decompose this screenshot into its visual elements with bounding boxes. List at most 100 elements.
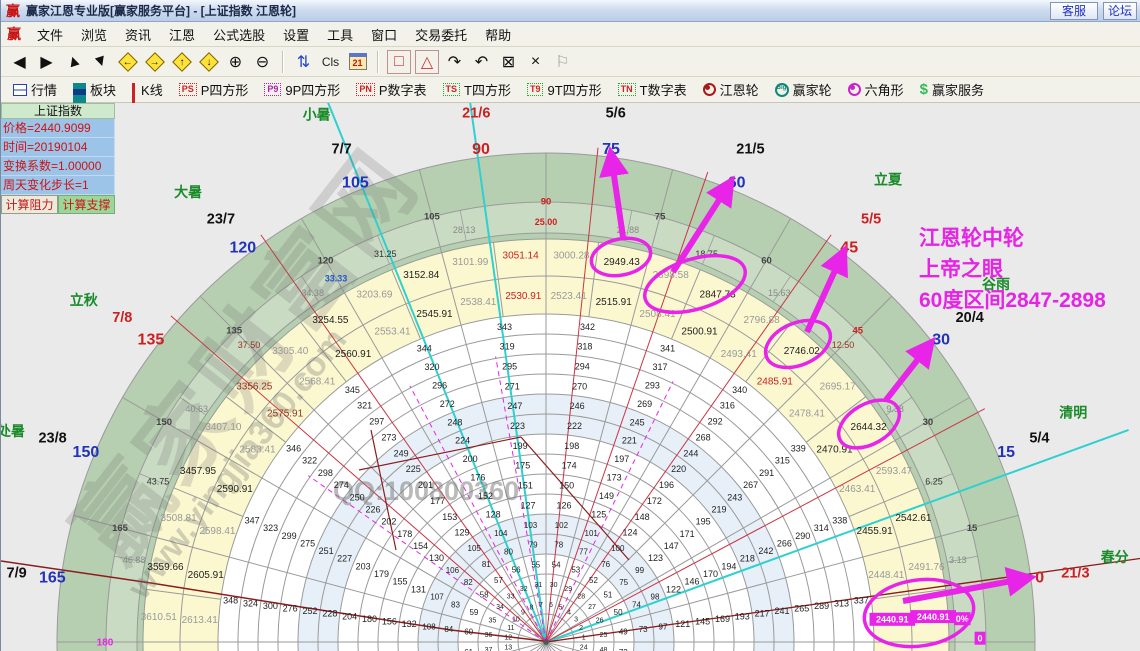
tool-行情[interactable]: 行情 [13,80,57,99]
tool-label: 行情 [31,83,58,98]
shift-right-icon[interactable]: → [141,50,168,74]
svg-text:3152.84: 3152.84 [403,270,440,281]
svg-text:244: 244 [683,448,698,458]
rotate-cw-icon[interactable]: ↷ [441,50,468,74]
toolbar-separator [282,50,284,73]
info-panel-rows: 价格=2440.9099 时间=20190104 变换系数=1.00000 周天变化步… [1,119,115,195]
tool-六角形[interactable]: 六角形 [847,80,904,99]
menu-item[interactable]: 公式选股 [204,22,274,47]
svg-text:2493.41: 2493.41 [721,349,758,360]
svg-text:3508.81: 3508.81 [161,513,198,524]
svg-text:立夏: 立夏 [874,172,903,188]
svg-text:132: 132 [402,619,417,629]
rect-tool-icon[interactable]: □ [387,49,411,74]
menu-item[interactable]: 帮助 [476,22,520,47]
svg-text:90: 90 [541,196,552,207]
zoom-out-icon[interactable]: ⊖ [249,50,276,74]
svg-text:28.13: 28.13 [453,225,476,235]
menu-item[interactable]: 设置 [274,22,318,47]
svg-text:36: 36 [485,632,493,639]
svg-text:223: 223 [510,421,525,431]
menu-item[interactable]: 窗口 [362,22,406,47]
menu-item[interactable]: 资讯 [116,22,160,47]
menu-item[interactable]: 江恩 [160,22,204,47]
menu-item[interactable]: 交易委托 [406,22,476,47]
shift-up-icon[interactable]: ↑ [168,50,195,74]
svg-text:150: 150 [156,417,172,428]
svg-text:24: 24 [580,644,588,651]
calc-resistance-button[interactable]: 计算阻力 [1,195,58,214]
svg-text:313: 313 [834,598,849,608]
cls-icon[interactable]: Cls [317,50,344,74]
updown-marks-icon[interactable]: ⇅ [290,50,317,74]
shift-down-icon[interactable]: ↓ [195,50,222,74]
shift-left-icon[interactable]: ← [114,50,141,74]
tool-T数字表[interactable]: TN T数字表 [617,80,687,99]
cross-tool-icon[interactable]: × [522,50,549,74]
tool-label: 六角形 [864,83,904,98]
svg-text:242: 242 [758,546,773,556]
svg-text:45: 45 [853,326,864,337]
svg-text:3305.40: 3305.40 [272,346,309,357]
svg-text:201: 201 [418,480,433,490]
pan-up-icon[interactable]: ▲ [60,50,87,74]
tool-K线[interactable]: K线 [132,80,163,114]
tool-9T四方形[interactable]: T9 9T四方形 [526,80,602,99]
svg-text:12.50: 12.50 [832,340,855,350]
titlebar-button-kefu[interactable]: 客服 [1049,1,1098,20]
svg-text:276: 276 [283,604,298,614]
menu-item[interactable]: 文件 [28,22,72,47]
svg-text:319: 319 [500,342,515,352]
svg-text:40.63: 40.63 [186,404,209,414]
menu-item[interactable]: 浏览 [72,22,116,47]
tool-T四方形[interactable]: TS T四方形 [442,80,511,99]
svg-text:243: 243 [727,492,742,502]
svg-text:126: 126 [556,500,571,510]
svg-text:23/7: 23/7 [207,211,235,227]
grid-x-tool-icon[interactable]: ⊠ [495,50,522,74]
titlebar-button-partial[interactable]: 论坛 [1102,1,1137,20]
calc-support-button[interactable]: 计算支撑 [58,195,115,214]
tool-P数字表[interactable]: PN P数字表 [356,80,427,99]
annotation-line: 上帝之眼 [919,258,1003,281]
pan-down-icon[interactable]: ▼ [87,50,114,74]
svg-text:80: 80 [504,547,513,556]
tool-板块[interactable]: 板块 [73,80,116,107]
svg-text:2440.91: 2440.91 [917,612,950,622]
svg-text:2: 2 [579,625,583,632]
svg-text:130: 130 [429,553,444,563]
nav-back-icon[interactable]: ◀ [6,50,33,74]
tool-赢家服务[interactable]: $ 赢家服务 [920,80,984,99]
svg-text:75: 75 [619,578,628,587]
svg-text:5: 5 [559,604,563,611]
triangle-tool-icon[interactable]: △ [415,49,439,74]
tool-赢家轮[interactable]: Big 赢家轮 [774,80,832,99]
svg-text:37: 37 [485,647,493,651]
svg-text:104: 104 [494,529,508,538]
svg-text:2463.41: 2463.41 [839,484,876,495]
tool-9P四方形[interactable]: P9 9P四方形 [264,80,340,99]
rotate-ccw-icon[interactable]: ↶ [468,50,495,74]
svg-text:200: 200 [463,454,478,464]
zoom-in-icon[interactable]: ⊕ [222,50,249,74]
svg-text:25.00: 25.00 [535,217,558,227]
nav-forward-icon[interactable]: ▶ [33,50,60,74]
menu-item[interactable]: 工具 [318,22,362,47]
gann-wheel-chart[interactable]: 赢家财富网www.yingjia360.comQQ:10080036012345… [1,103,1140,651]
tool-P四方形[interactable]: PS P四方形 [178,80,248,99]
calendar-icon[interactable]: 21 [344,50,371,74]
svg-text:立秋: 立秋 [70,292,99,308]
svg-text:108: 108 [422,622,436,631]
svg-text:清明: 清明 [1059,405,1087,421]
svg-text:270: 270 [572,381,587,391]
svg-text:203: 203 [356,561,371,571]
svg-text:15: 15 [967,523,978,534]
svg-text:2695.17: 2695.17 [820,382,857,393]
tool-江恩轮[interactable]: 江恩轮 [702,80,759,99]
tool-label: 赢家服务 [932,83,985,98]
svg-text:198: 198 [564,441,579,451]
flag-tool-icon[interactable]: ⚐ [549,50,576,74]
info-panel: 上证指数 价格=2440.9099 时间=20190104 变换系数=1.00000… [1,103,115,214]
svg-text:2583.41: 2583.41 [239,445,276,456]
svg-text:75: 75 [655,211,666,222]
